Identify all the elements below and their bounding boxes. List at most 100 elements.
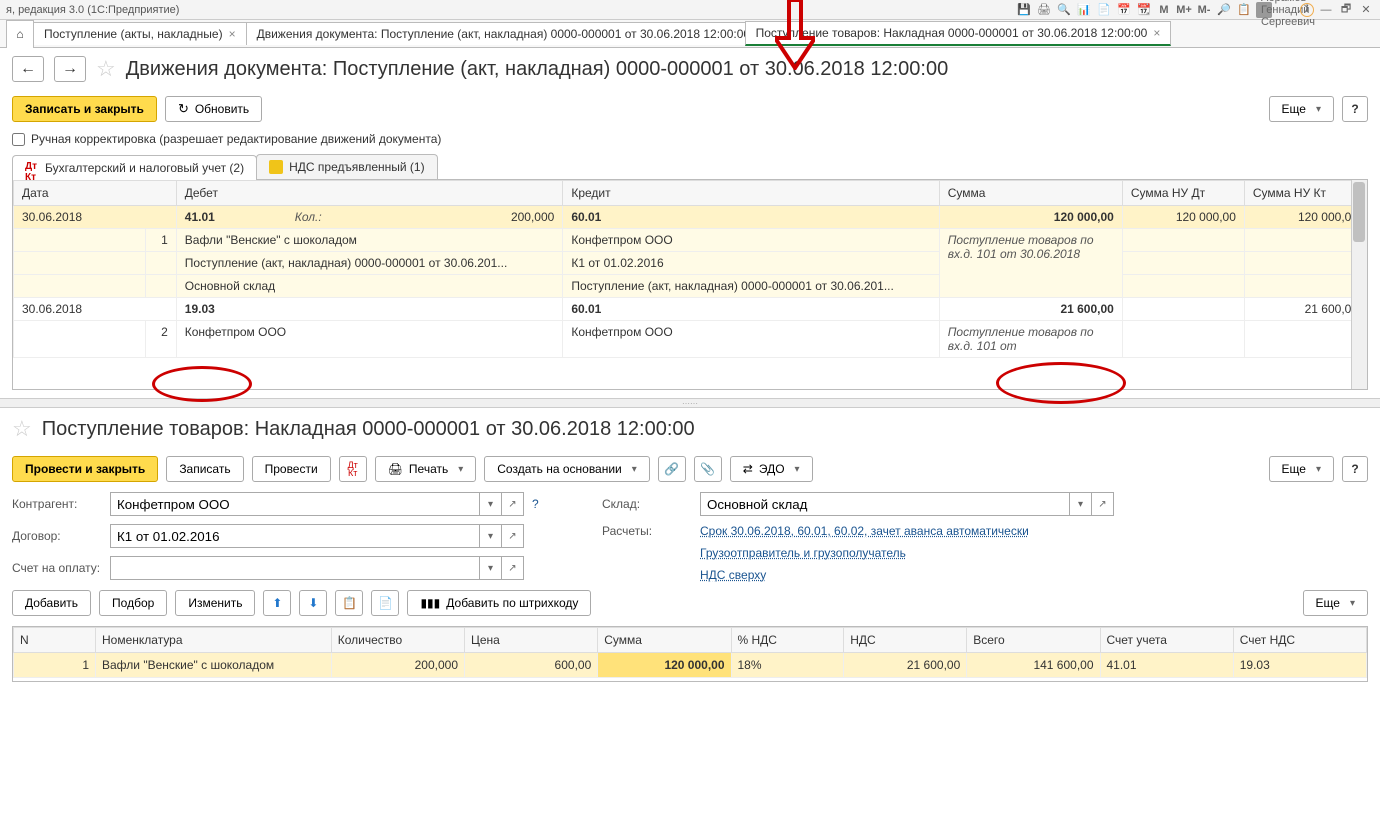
calc-icon[interactable]: 📊 — [1076, 2, 1092, 18]
user-name[interactable]: Абрамов Геннадий Сергеевич — [1280, 2, 1296, 18]
arrow-annotation — [775, 0, 815, 70]
col-nom[interactable]: Номенклатура — [96, 628, 332, 653]
help-button[interactable]: ? — [1342, 456, 1368, 482]
zoom-m-icon[interactable]: M — [1156, 2, 1172, 18]
help-button[interactable]: ? — [1342, 96, 1368, 122]
close-tab-icon[interactable]: × — [1153, 26, 1160, 40]
col-sum[interactable]: Сумма — [939, 181, 1122, 206]
dropdown-icon[interactable]: ▾ — [1070, 492, 1092, 516]
invoice-input[interactable] — [110, 556, 480, 580]
col-date[interactable]: Дата — [14, 181, 177, 206]
dropdown-icon[interactable]: ▾ — [480, 556, 502, 580]
close-icon[interactable]: ✕ — [1358, 2, 1374, 18]
vat-mode-link[interactable]: НДС сверху — [700, 568, 766, 582]
sender-receiver-link[interactable]: Грузоотправитель и грузополучатель — [700, 546, 906, 560]
grid-row[interactable]: 30.06.2018 19.03 60.01 21 600,00 21 600,… — [14, 298, 1367, 321]
grid-row[interactable]: 1 Вафли "Венские" с шоколадом Конфетпром… — [14, 229, 1367, 252]
clipboard-icon[interactable]: 📋 — [1236, 2, 1252, 18]
grid-row[interactable]: Основной склад Поступление (акт, накладн… — [14, 275, 1367, 298]
col-acct[interactable]: Счет учета — [1100, 628, 1233, 653]
col-sumnukt[interactable]: Сумма НУ Кт — [1244, 181, 1366, 206]
contractor-input[interactable] — [110, 492, 480, 516]
grid-row[interactable]: 30.06.2018 41.01Кол.:200,000 60.01 120 0… — [14, 206, 1367, 229]
splitter[interactable]: ⋯⋯ — [0, 398, 1380, 408]
link-button[interactable]: 🔗 — [658, 456, 686, 482]
save-close-button[interactable]: Записать и закрыть — [12, 96, 157, 122]
restore-icon[interactable]: 🗗 — [1338, 2, 1354, 18]
refresh-button[interactable]: ↻Обновить — [165, 96, 262, 122]
pick-button[interactable]: Подбор — [99, 590, 167, 616]
create-based-button[interactable]: Создать на основании — [484, 456, 650, 482]
post-button[interactable]: Провести — [252, 456, 331, 482]
zoom-mplus-icon[interactable]: M+ — [1176, 2, 1192, 18]
forward-button[interactable]: → — [54, 56, 86, 82]
zoom-mminus-icon[interactable]: M- — [1196, 2, 1212, 18]
move-up-button[interactable]: ⬆ — [263, 590, 291, 616]
subtab-vat[interactable]: НДС предъявленный (1) — [256, 154, 437, 179]
search-icon[interactable]: 🔍 — [1056, 2, 1072, 18]
print-icon[interactable]: 🖨 — [1036, 2, 1052, 18]
save-button[interactable]: Записать — [166, 456, 243, 482]
open-icon[interactable]: ↗ — [1092, 492, 1114, 516]
dtkt-icon: ДтКт — [25, 161, 39, 175]
warehouse-input[interactable] — [700, 492, 1070, 516]
dropdown-icon[interactable]: ▾ — [480, 492, 502, 516]
open-icon[interactable]: ↗ — [502, 556, 524, 580]
col-vatpct[interactable]: % НДС — [731, 628, 844, 653]
contract-input[interactable] — [110, 524, 480, 548]
home-tab[interactable]: ⌂ — [6, 20, 34, 48]
subtab-accounting[interactable]: ДтКт Бухгалтерский и налоговый учет (2) — [12, 155, 257, 180]
date-icon[interactable]: 📆 — [1136, 2, 1152, 18]
copy-button[interactable]: 📋 — [335, 590, 363, 616]
link-icon: 🔗 — [664, 462, 679, 476]
calendar-icon[interactable]: 📅 — [1116, 2, 1132, 18]
tab-receipts[interactable]: Поступление (акты, накладные) × — [33, 22, 247, 45]
tab-movements[interactable]: Движения документа: Поступление (акт, на… — [246, 22, 746, 45]
grid-row[interactable]: Поступление (акт, накладная) 0000-000001… — [14, 252, 1367, 275]
favorite-icon[interactable]: ☆ — [12, 416, 32, 442]
dtkt-button[interactable]: ДтКт — [339, 456, 367, 482]
calc-link[interactable]: Срок 30.06.2018, 60.01, 60.02, зачет ава… — [700, 524, 1029, 538]
grid-header: Дата Дебет Кредит Сумма Сумма НУ Дт Сумм… — [14, 181, 1367, 206]
scrollbar[interactable] — [1351, 180, 1367, 389]
doc-icon[interactable]: 📄 — [1096, 2, 1112, 18]
move-down-button[interactable]: ⬇ — [299, 590, 327, 616]
movements-grid: Дата Дебет Кредит Сумма Сумма НУ Дт Сумм… — [12, 180, 1368, 390]
grid-row[interactable]: 1 Вафли "Венские" с шоколадом 200,000 60… — [14, 653, 1367, 678]
col-total[interactable]: Всего — [967, 628, 1100, 653]
edit-button[interactable]: Изменить — [175, 590, 255, 616]
contractor-info[interactable]: ? — [532, 497, 539, 511]
open-icon[interactable]: ↗ — [502, 524, 524, 548]
print-button[interactable]: 🖨Печать — [375, 456, 477, 482]
open-icon[interactable]: ↗ — [502, 492, 524, 516]
manual-edit-checkbox[interactable] — [12, 133, 25, 146]
more-button[interactable]: Еще — [1269, 456, 1334, 482]
col-sumnudt[interactable]: Сумма НУ Дт — [1122, 181, 1244, 206]
add-button[interactable]: Добавить — [12, 590, 91, 616]
col-n[interactable]: N — [14, 628, 96, 653]
grid-row[interactable]: 2 Конфетпром ООО Конфетпром ООО Поступле… — [14, 321, 1367, 358]
dropdown-icon[interactable]: ▾ — [480, 524, 502, 548]
col-qty[interactable]: Количество — [331, 628, 464, 653]
close-tab-icon[interactable]: × — [229, 27, 236, 41]
back-button[interactable]: ← — [12, 56, 44, 82]
edo-icon: ⇄ — [743, 462, 753, 476]
post-close-button[interactable]: Провести и закрыть — [12, 456, 158, 482]
add-barcode-button[interactable]: ▮▮▮Добавить по штрихкоду — [407, 590, 591, 616]
more-button[interactable]: Еще — [1269, 96, 1334, 122]
favorite-icon[interactable]: ☆ — [96, 56, 116, 82]
edo-button[interactable]: ⇄ЭДО — [730, 456, 813, 482]
zoom-icon[interactable]: 🔎 — [1216, 2, 1232, 18]
col-vatacct[interactable]: Счет НДС — [1233, 628, 1366, 653]
attach-button[interactable]: 📎 — [694, 456, 722, 482]
col-debit[interactable]: Дебет — [176, 181, 563, 206]
paste-button[interactable]: 📄 — [371, 590, 399, 616]
col-vat[interactable]: НДС — [844, 628, 967, 653]
more-button[interactable]: Еще — [1303, 590, 1368, 616]
info-icon[interactable]: i — [1300, 3, 1314, 17]
minimize-icon[interactable]: — — [1318, 2, 1334, 18]
col-price[interactable]: Цена — [465, 628, 598, 653]
col-credit[interactable]: Кредит — [563, 181, 939, 206]
col-sum[interactable]: Сумма — [598, 628, 731, 653]
save-icon[interactable]: 💾 — [1016, 2, 1032, 18]
